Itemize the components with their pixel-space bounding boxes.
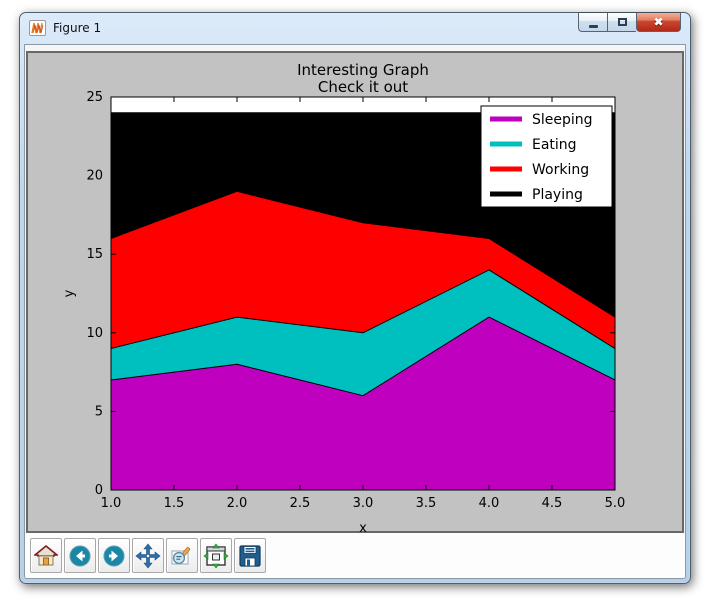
svg-text:4.0: 4.0 bbox=[479, 496, 500, 511]
svg-text:5: 5 bbox=[95, 404, 103, 419]
svg-text:x: x bbox=[359, 521, 367, 535]
svg-text:2.0: 2.0 bbox=[227, 496, 248, 511]
maximize-icon bbox=[617, 18, 627, 26]
svg-text:5.0: 5.0 bbox=[605, 496, 626, 511]
forward-icon bbox=[103, 545, 125, 566]
svg-text:3.5: 3.5 bbox=[416, 496, 437, 511]
svg-text:Check it out: Check it out bbox=[318, 78, 408, 96]
save-button[interactable] bbox=[234, 538, 266, 573]
title-bar[interactable]: Figure 1 ✖ bbox=[20, 12, 690, 43]
svg-text:25: 25 bbox=[86, 90, 103, 105]
figure-canvas[interactable]: 1.0 1.5 2.0 2.5 3.0 3.5 4.0 4.5 5.0 0 5 10 15 20 25 Int… bbox=[26, 51, 684, 535]
home-icon bbox=[34, 544, 58, 565]
svg-text:Playing: Playing bbox=[532, 187, 583, 203]
svg-text:2.5: 2.5 bbox=[290, 496, 311, 511]
svg-text:10: 10 bbox=[86, 326, 103, 341]
svg-text:3.0: 3.0 bbox=[353, 496, 374, 511]
window-content: 1.0 1.5 2.0 2.5 3.0 3.5 4.0 4.5 5.0 0 5 10 15 20 25 Int… bbox=[24, 44, 686, 579]
svg-text:Interesting Graph: Interesting Graph bbox=[297, 61, 429, 79]
minimize-button[interactable] bbox=[578, 12, 607, 32]
svg-text:0: 0 bbox=[95, 483, 103, 498]
zoom-rect-icon bbox=[171, 546, 191, 564]
back-icon bbox=[69, 545, 91, 566]
svg-text:20: 20 bbox=[86, 169, 103, 184]
svg-text:Working: Working bbox=[532, 162, 589, 178]
maximize-button[interactable] bbox=[607, 12, 636, 32]
forward-button[interactable] bbox=[98, 538, 130, 573]
svg-text:4.5: 4.5 bbox=[542, 496, 563, 511]
figure-window: Figure 1 ✖ 1.0 1.5 2.0 2.5 3.0 3.5 4.0 4.5 5.0 0 5… bbox=[19, 12, 691, 584]
window-controls: ✖ bbox=[578, 12, 681, 32]
window-title: Figure 1 bbox=[53, 21, 102, 35]
close-icon: ✖ bbox=[653, 15, 664, 29]
stacked-area-chart: 1.0 1.5 2.0 2.5 3.0 3.5 4.0 4.5 5.0 0 5 10 15 20 25 Int… bbox=[62, 61, 626, 535]
close-button[interactable]: ✖ bbox=[636, 12, 681, 32]
svg-text:Eating: Eating bbox=[532, 137, 577, 153]
pan-button[interactable] bbox=[132, 538, 164, 573]
pan-arrows-icon bbox=[135, 543, 161, 568]
save-icon bbox=[239, 544, 261, 567]
svg-text:1.5: 1.5 bbox=[164, 496, 185, 511]
zoom-button[interactable] bbox=[166, 538, 198, 573]
svg-text:Sleeping: Sleeping bbox=[532, 112, 593, 128]
minimize-icon bbox=[588, 24, 598, 28]
back-button[interactable] bbox=[64, 538, 96, 573]
configure-subplots-icon bbox=[203, 543, 229, 568]
svg-text:y: y bbox=[62, 289, 77, 297]
navigation-toolbar bbox=[25, 533, 685, 578]
matplotlib-logo-icon bbox=[29, 20, 46, 36]
configure-subplots-button[interactable] bbox=[200, 538, 232, 573]
svg-text:15: 15 bbox=[86, 247, 103, 262]
home-button[interactable] bbox=[30, 538, 62, 573]
svg-text:1.0: 1.0 bbox=[101, 496, 122, 511]
